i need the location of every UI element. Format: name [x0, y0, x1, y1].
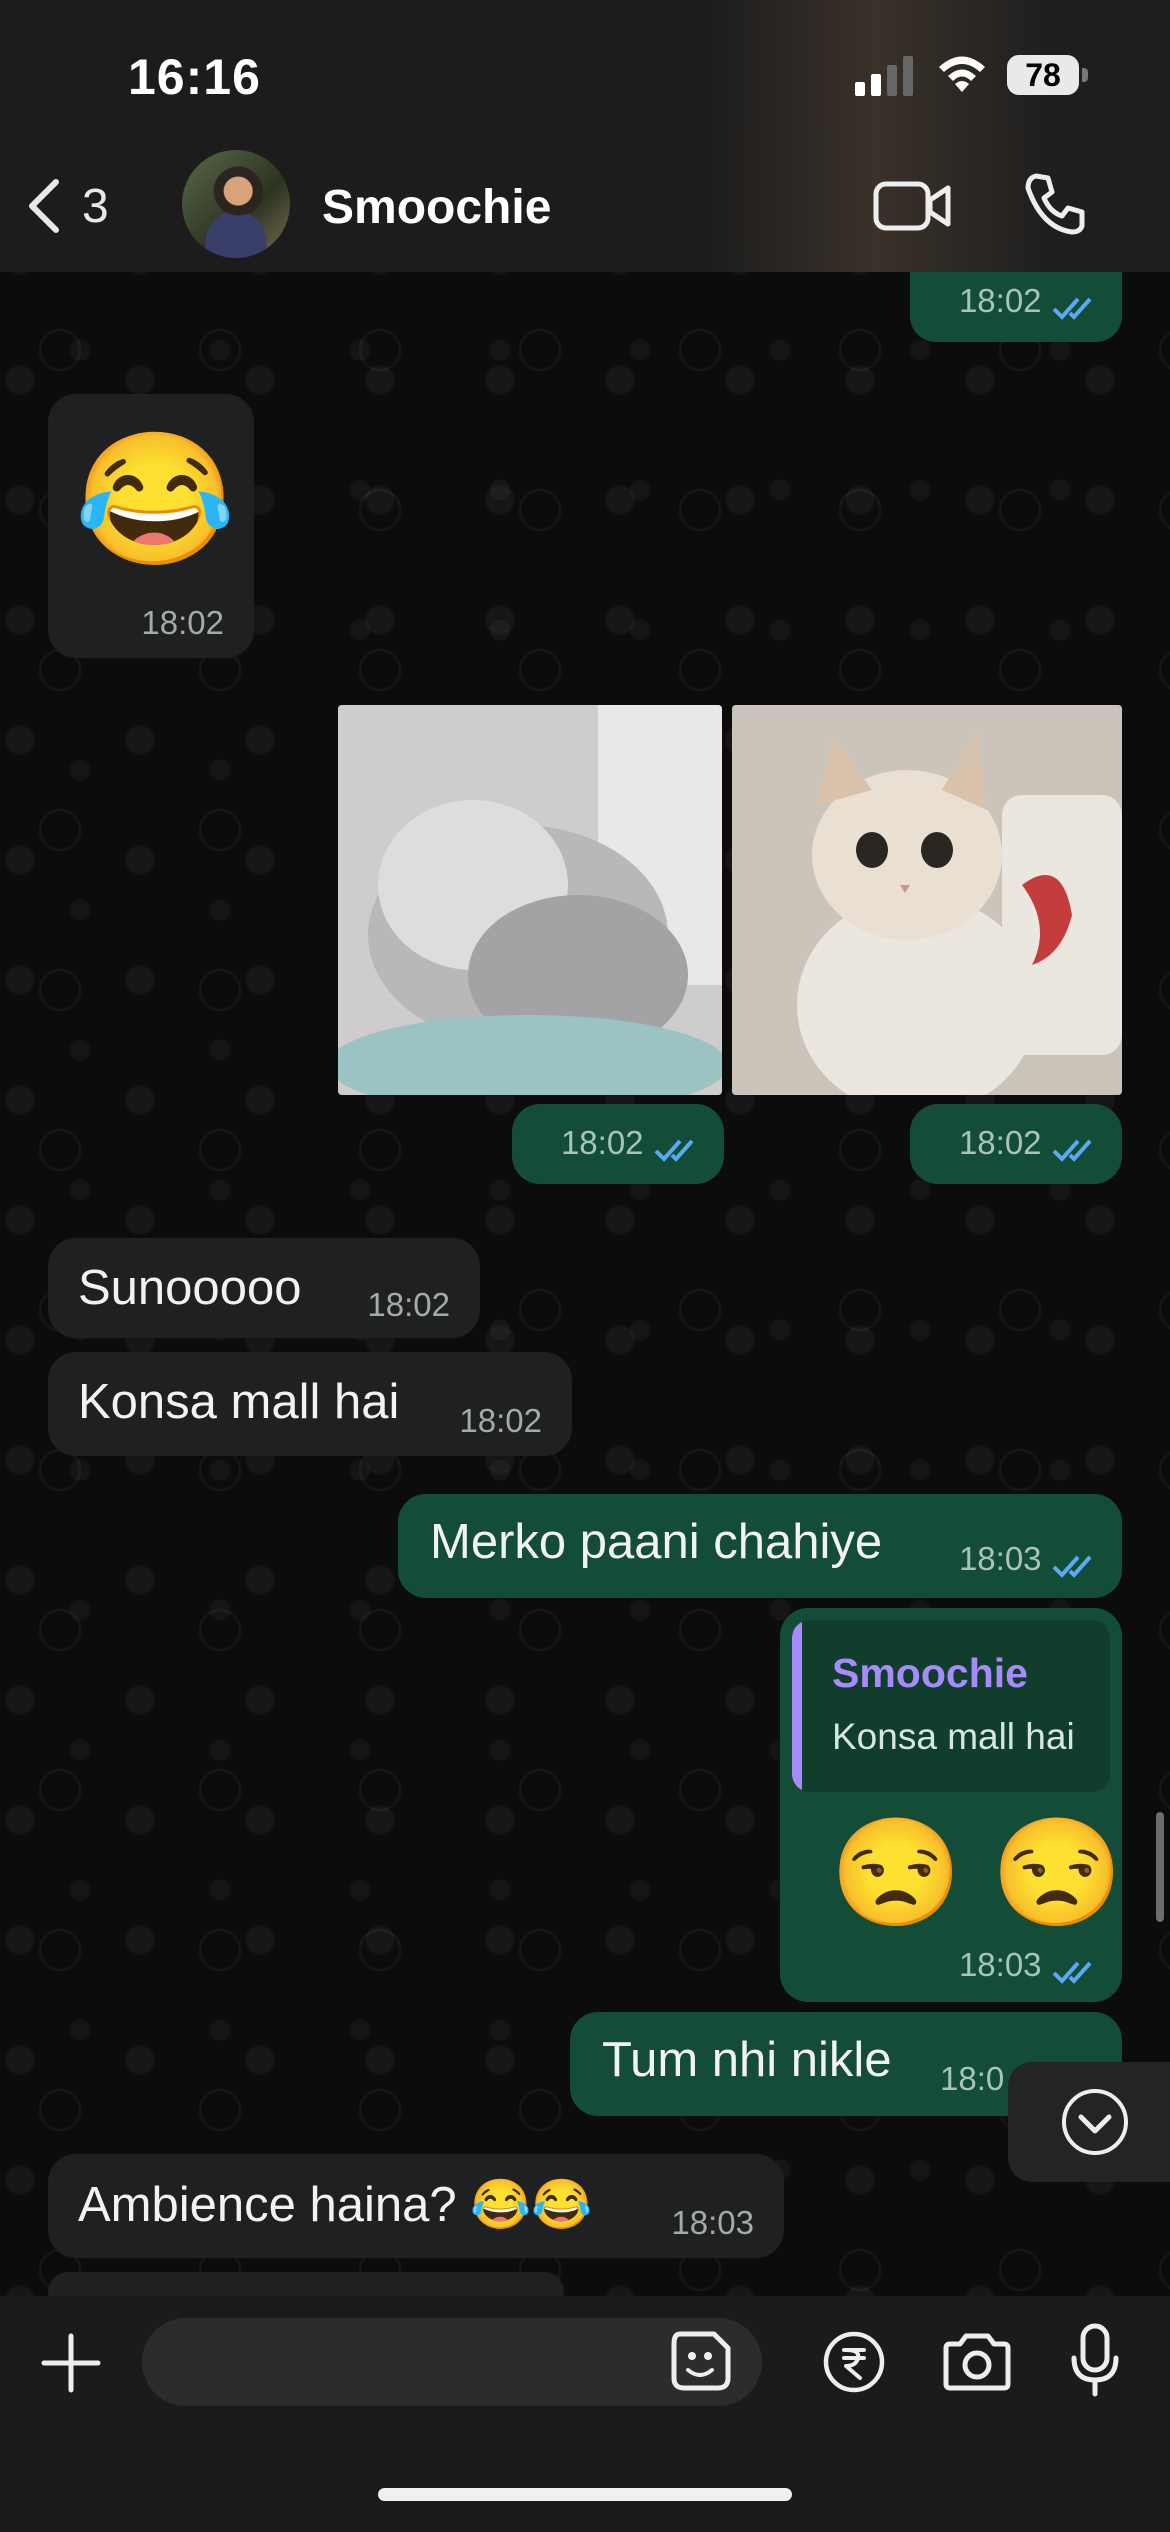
signal-icon	[855, 56, 913, 96]
double-check-icon	[654, 1139, 694, 1162]
message-time: 18:02	[141, 604, 224, 641]
double-check-icon	[1052, 1961, 1092, 1984]
message-text: Merko paani chahiye	[430, 1515, 883, 1569]
message-text: Konsa mall hai	[78, 1375, 400, 1429]
back-button[interactable]: 3	[24, 176, 109, 236]
camera-icon[interactable]	[940, 2332, 1014, 2392]
message-bubble-incoming[interactable]: Konsa mall hai 18:02	[48, 1352, 572, 1456]
cat-photo	[338, 705, 722, 1095]
avatar[interactable]	[182, 150, 290, 258]
battery-indicator: 78	[1007, 55, 1089, 97]
message-time: 18:03	[958, 1540, 1042, 1577]
message-text: Tum nhi nikle	[602, 2033, 892, 2087]
reply-quote[interactable]: Smoochie Konsa mall hai	[792, 1620, 1110, 1792]
double-check-icon	[1052, 297, 1092, 320]
message-time: 18:03	[671, 2204, 754, 2241]
image-message[interactable]	[732, 705, 1122, 1095]
contact-name[interactable]: Smoochie	[322, 180, 551, 235]
chevron-down-icon	[1062, 2089, 1128, 2155]
battery-level: 78	[1007, 55, 1079, 95]
message-time: 18:03	[958, 1946, 1042, 1983]
message-meta: 18:02	[959, 282, 1098, 321]
message-bubble-incoming[interactable]: 😂 18:02	[48, 394, 254, 658]
message-text: Ambience haina? 😂😂	[78, 2178, 593, 2232]
message-time: 18:0	[940, 2060, 1005, 2097]
reply-text: Konsa mall hai	[832, 1716, 1075, 1757]
unread-count: 3	[82, 179, 109, 233]
message-time: 18:02	[560, 1124, 644, 1161]
double-check-icon	[1052, 1139, 1092, 1162]
message-emoji: 😒 😒	[830, 1814, 1124, 1932]
wifi-icon	[939, 56, 985, 92]
status-time: 16:16	[128, 49, 261, 105]
phone-icon[interactable]	[1022, 170, 1088, 236]
message-bubble-outgoing[interactable]: 18:02	[910, 262, 1122, 342]
double-check-icon	[1052, 1555, 1092, 1578]
video-call-icon[interactable]	[872, 176, 952, 236]
mic-icon[interactable]	[1068, 2322, 1122, 2398]
image-message[interactable]	[338, 705, 722, 1095]
message-meta: 18:03	[959, 1540, 1098, 1579]
chat-header: 16:16 78 3 Smoochie	[0, 0, 1170, 272]
plus-icon[interactable]	[38, 2330, 104, 2396]
rupee-icon[interactable]	[822, 2330, 886, 2394]
scrollbar[interactable]	[1156, 1812, 1164, 1922]
message-time: 18:02	[367, 1286, 450, 1323]
message-time: 18:02	[459, 1402, 542, 1439]
message-time: 18:02	[958, 282, 1042, 319]
message-meta: 18:03	[959, 1946, 1098, 1985]
back-chevron-icon	[29, 179, 59, 233]
message-bubble-incoming[interactable]: Sunooooo 18:02	[48, 1238, 480, 1338]
message-text: Sunooooo	[78, 1261, 302, 1315]
message-time: 18:02	[958, 1124, 1042, 1161]
reply-author: Smoochie	[832, 1650, 1028, 1696]
message-emoji: 😂	[74, 426, 236, 572]
cat-photo	[732, 705, 1122, 1095]
scroll-to-bottom-button[interactable]	[1008, 2062, 1170, 2182]
message-meta-bubble: 18:02	[910, 1104, 1122, 1184]
sticker-icon[interactable]	[668, 2328, 734, 2394]
message-bubble-outgoing[interactable]: Merko paani chahiye 18:03	[398, 1494, 1122, 1598]
message-meta-bubble: 18:02	[512, 1104, 724, 1184]
message-bubble-incoming[interactable]: Ambience haina? 😂😂 18:03	[48, 2154, 784, 2258]
message-bubble-outgoing[interactable]: Smoochie Konsa mall hai 😒 😒 18:03	[780, 1608, 1124, 2002]
home-indicator[interactable]	[378, 2488, 792, 2501]
